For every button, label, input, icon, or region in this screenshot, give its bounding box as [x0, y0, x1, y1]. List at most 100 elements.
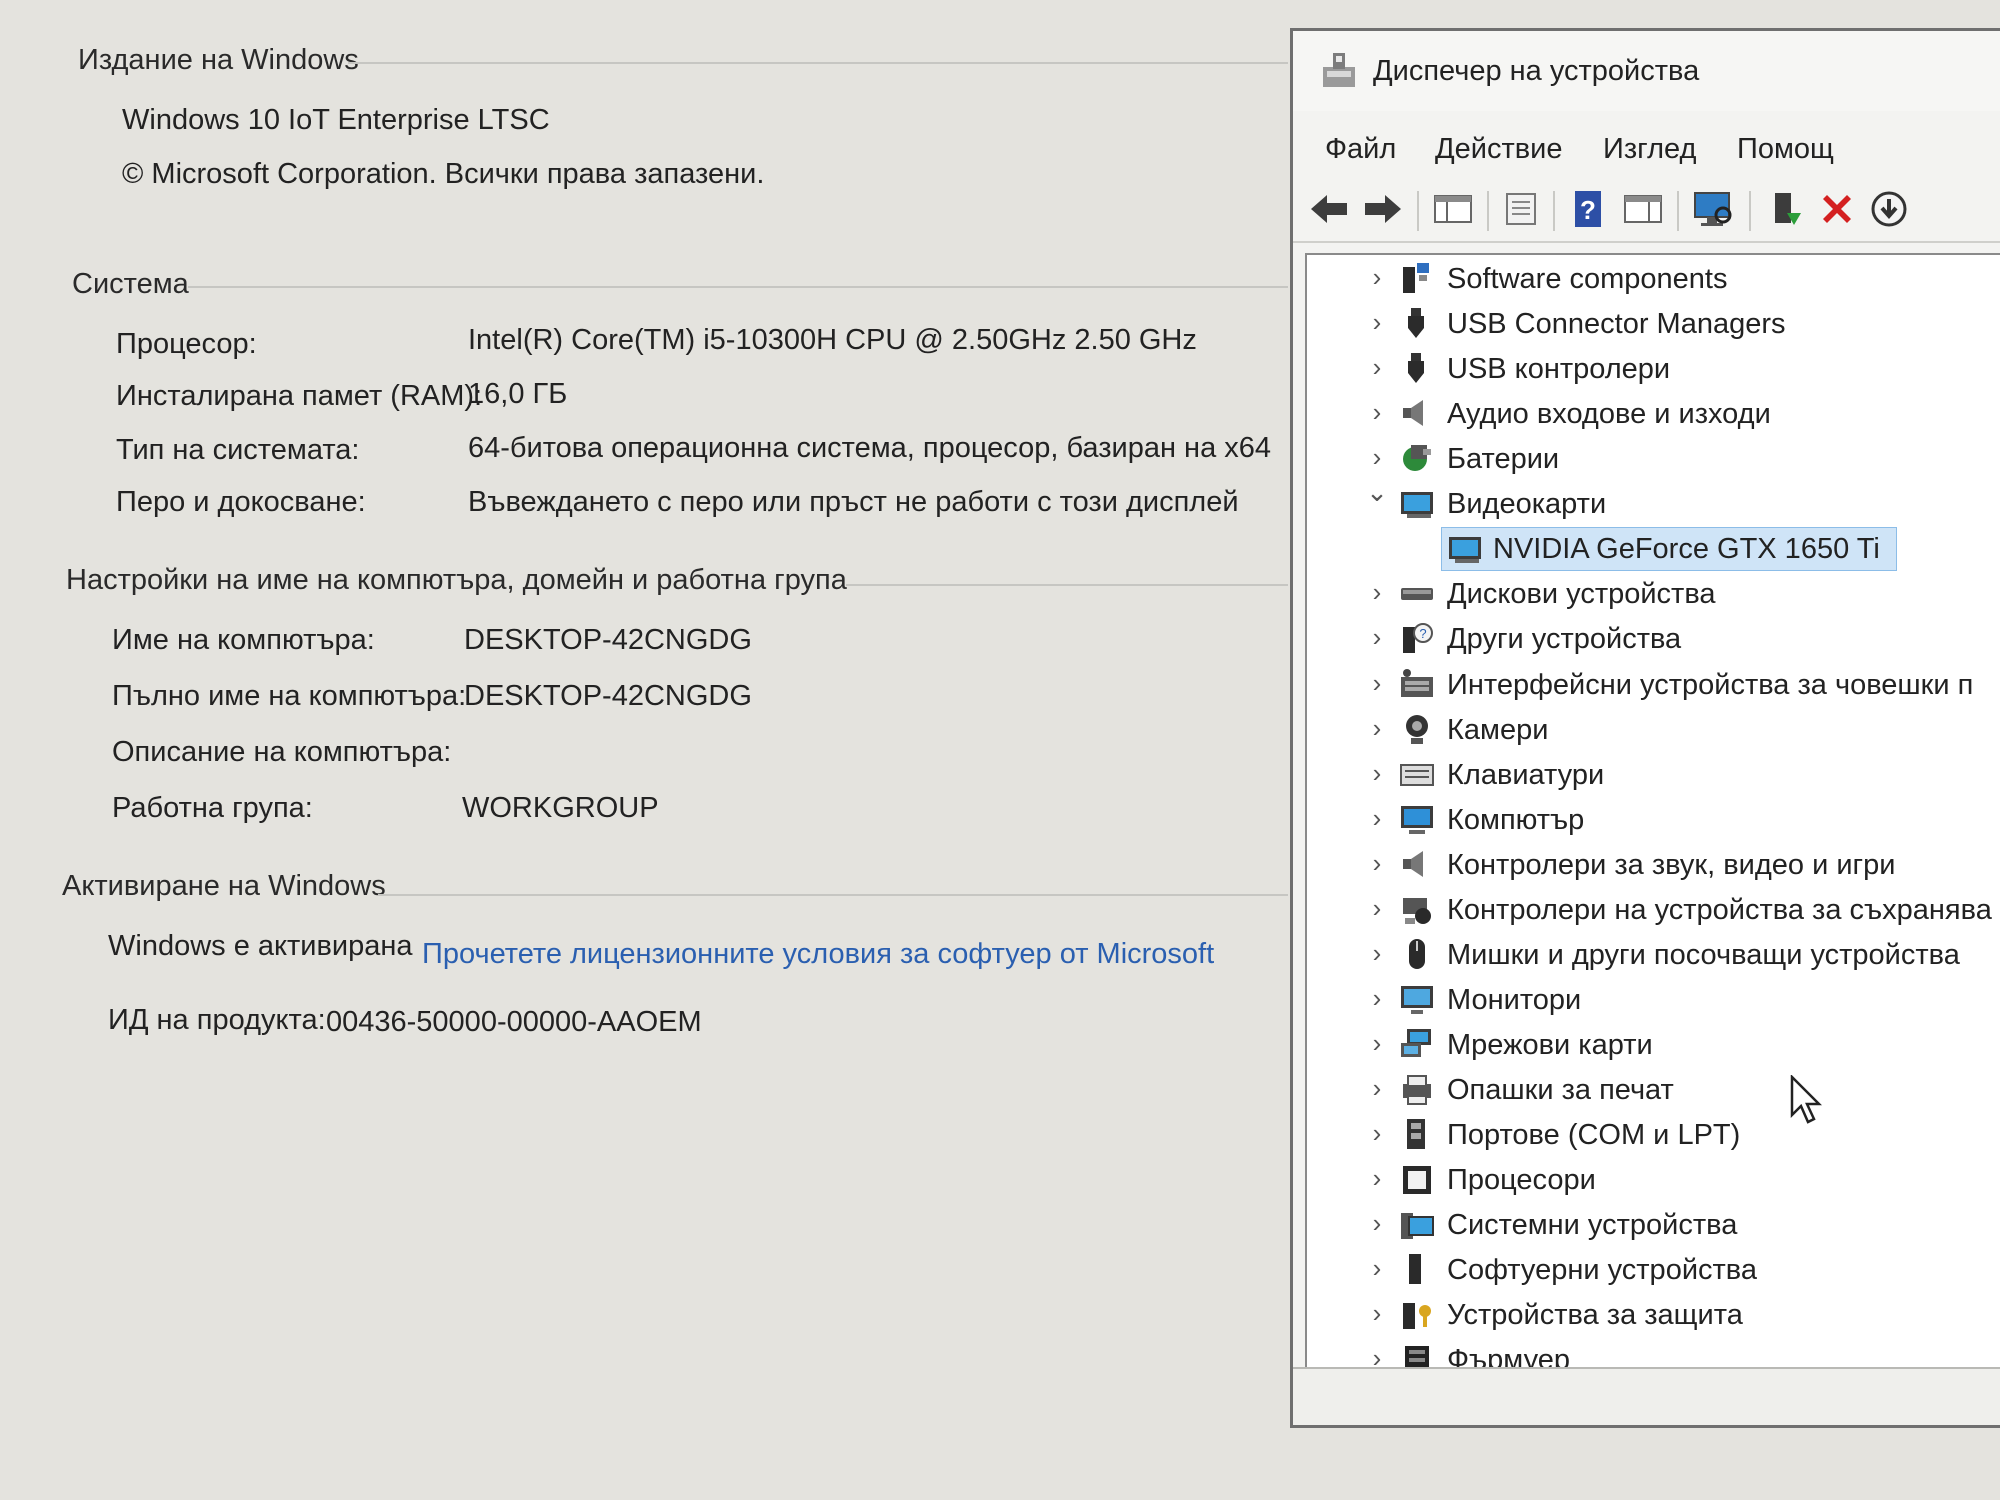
tree-node[interactable]: › Software components [1307, 257, 2000, 301]
properties-icon[interactable] [1499, 187, 1543, 231]
device-manager-window: Диспечер на устройства Файл Действие Изг… [1290, 28, 2000, 1428]
chevron-right-icon[interactable]: › [1363, 1254, 1391, 1282]
tree-node[interactable]: › Опашки за печат [1307, 1068, 2000, 1112]
menu-view[interactable]: Изглед [1603, 133, 1696, 166]
chevron-right-icon[interactable]: › [1363, 623, 1391, 651]
tree-node-label: Опашки за печат [1447, 1074, 1674, 1106]
chevron-right-icon[interactable]: › [1363, 578, 1391, 606]
chevron-right-icon[interactable]: › [1363, 1074, 1391, 1102]
unknown-device-icon: ? [1403, 623, 1433, 654]
usb-icon [1408, 353, 1424, 384]
tree-node[interactable]: › Контролери за звук, видео и игри [1307, 843, 2000, 887]
action-pane-icon[interactable] [1621, 187, 1665, 231]
ram-label: Инсталирана памет (RAM): [116, 380, 483, 412]
tree-node[interactable]: › Интерфейсни устройства за човешки п [1307, 663, 2000, 707]
chevron-right-icon[interactable]: › [1363, 894, 1391, 922]
tree-node-label: USB Connector Managers [1447, 308, 1786, 341]
full-computer-name-value: DESKTOP-42CNGDG [464, 680, 752, 712]
ram-value: 16,0 ГБ [468, 378, 568, 410]
tree-node-device[interactable]: NVIDIA GeForce GTX 1650 Ti [1307, 527, 2000, 572]
tree-node-label: NVIDIA GeForce GTX 1650 Ti [1493, 533, 1880, 566]
toolbar-separator [1417, 191, 1419, 231]
tree-node[interactable]: › Аудио входове и изходи [1307, 392, 2000, 436]
tree-node[interactable]: ⌄ Видеокарти [1307, 478, 2000, 526]
tree-node[interactable]: › Дискови устройства [1307, 572, 2000, 616]
chevron-right-icon[interactable]: › [1363, 1029, 1391, 1057]
chevron-right-icon[interactable]: › [1363, 353, 1391, 381]
chevron-right-icon[interactable]: › [1363, 759, 1391, 787]
battery-icon [1403, 445, 1431, 472]
svg-text:?: ? [1580, 195, 1596, 225]
tree-node-label: Клавиатури [1447, 758, 1605, 791]
disable-device-icon[interactable] [1867, 187, 1911, 231]
chevron-right-icon[interactable]: › [1363, 939, 1391, 967]
chevron-right-icon[interactable]: › [1363, 849, 1391, 877]
workgroup-label: Работна група: [112, 792, 313, 824]
tree-node[interactable]: › Клавиатури [1307, 753, 2000, 797]
help-icon[interactable]: ? [1567, 187, 1611, 231]
mouse-icon [1409, 938, 1425, 969]
tree-node[interactable]: › Софтуерни устройства [1307, 1248, 2000, 1292]
tree-node[interactable]: › Портове (COM и LPT) [1307, 1113, 2000, 1157]
tree-node-label: Software components [1447, 263, 1728, 295]
mouse-pointer-icon [1790, 1075, 1822, 1124]
chevron-right-icon[interactable]: › [1363, 398, 1391, 426]
title-bar[interactable]: Диспечер на устройства [1293, 31, 2000, 111]
menu-file[interactable]: Файл [1325, 133, 1396, 166]
tree-node[interactable]: › USB контролери [1307, 347, 2000, 391]
chevron-right-icon[interactable]: › [1363, 443, 1391, 471]
scan-hardware-icon[interactable] [1691, 187, 1735, 231]
section-heading-computer-name: Настройки на име на компютъра, домейн и … [66, 564, 847, 596]
device-tree[interactable]: › Software components › USB Connector Manag… [1305, 253, 2000, 1395]
tree-node[interactable]: › Батерии [1307, 437, 2000, 481]
tree-node[interactable]: › Камери [1307, 708, 2000, 752]
tree-node[interactable]: › Устройства за защита [1307, 1293, 2000, 1337]
workgroup-value: WORKGROUP [462, 792, 659, 824]
tree-node-label: Дискови устройства [1447, 578, 1716, 611]
product-id-label: ИД на продукта: [108, 1004, 326, 1036]
window-title: Диспечер на устройства [1373, 55, 1700, 87]
chevron-right-icon[interactable]: › [1363, 984, 1391, 1012]
menu-action[interactable]: Действие [1435, 133, 1562, 166]
chevron-right-icon[interactable]: › [1363, 1209, 1391, 1237]
chevron-right-icon[interactable]: › [1363, 669, 1391, 697]
tree-node-label: Контролери на устройства за съхранява [1447, 893, 1992, 926]
hid-icon [1401, 668, 1433, 697]
chevron-right-icon[interactable]: › [1363, 1299, 1391, 1327]
chevron-right-icon[interactable]: › [1363, 263, 1391, 291]
chevron-right-icon[interactable]: › [1363, 804, 1391, 832]
uninstall-device-icon[interactable] [1815, 187, 1859, 231]
system-type-label: Тип на системата: [116, 434, 360, 466]
keyboard-icon [1400, 763, 1434, 786]
chevron-right-icon[interactable]: › [1363, 714, 1391, 742]
computer-description-label: Описание на компютъра: [112, 736, 452, 768]
chevron-right-icon[interactable]: › [1363, 1119, 1391, 1147]
tree-node[interactable]: › USB Connector Managers [1307, 302, 2000, 346]
back-arrow-icon[interactable] [1307, 187, 1351, 231]
tree-node[interactable]: ›? Други устройства [1307, 617, 2000, 661]
tree-node[interactable]: › Контролери на устройства за съхранява [1307, 888, 2000, 932]
tree-node[interactable]: › Монитори [1307, 978, 2000, 1022]
tree-node[interactable]: › Процесори [1307, 1158, 2000, 1202]
tree-node[interactable]: › Мишки и други посочващи устройства [1307, 933, 2000, 977]
tree-node-label: Портове (COM и LPT) [1447, 1119, 1741, 1152]
chevron-right-icon[interactable]: › [1363, 1164, 1391, 1192]
license-terms-link[interactable]: Прочетете лицензионните условия за софту… [422, 938, 1214, 971]
forward-arrow-icon[interactable] [1361, 187, 1405, 231]
device-manager-icon [1323, 53, 1355, 87]
tree-node[interactable]: › Компютър [1307, 798, 2000, 842]
tree-node-label: Софтуерни устройства [1447, 1254, 1758, 1287]
tree-node-label: Видеокарти [1447, 488, 1607, 521]
show-hide-console-tree-icon[interactable] [1431, 187, 1475, 231]
copyright-text: © Microsoft Corporation. Всички права за… [122, 158, 765, 190]
section-heading-system: Система [72, 268, 189, 300]
section-divider [348, 62, 1288, 64]
display-adapter-icon [1401, 492, 1433, 519]
tree-node[interactable]: › Мрежови карти [1307, 1023, 2000, 1067]
update-driver-icon[interactable] [1763, 187, 1807, 231]
chevron-down-icon[interactable]: ⌄ [1363, 478, 1391, 506]
section-heading-activation: Активиране на Windows [62, 870, 386, 902]
menu-help[interactable]: Помощ [1737, 133, 1834, 166]
chevron-right-icon[interactable]: › [1363, 308, 1391, 336]
tree-node[interactable]: › Системни устройства [1307, 1203, 2000, 1247]
